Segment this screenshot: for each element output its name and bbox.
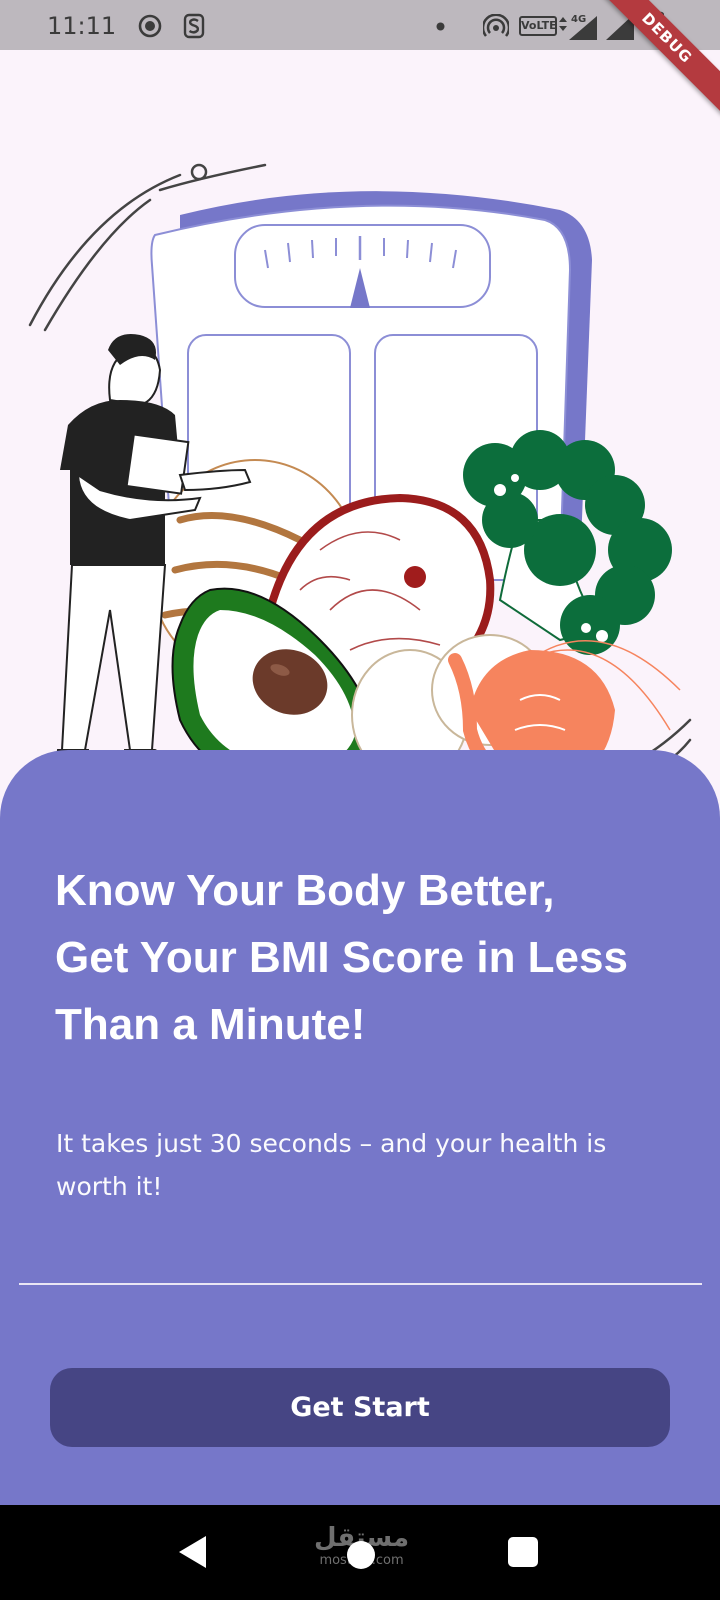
broccoli-illustration [463, 430, 672, 655]
back-icon[interactable] [178, 1535, 208, 1569]
status-bar: 11:11 VoLTE 4G DEBUG [0, 0, 720, 116]
divider [19, 1283, 702, 1285]
volte-icon: VoLTE [519, 16, 557, 36]
headline: Know Your Body Better, Get Your BMI Scor… [55, 866, 628, 1049]
subtext: It takes just 30 seconds – and your heal… [56, 1129, 607, 1201]
recents-icon[interactable] [508, 1537, 538, 1567]
home-icon[interactable] [347, 1541, 375, 1569]
s-badge-icon [183, 13, 205, 39]
network-type-label: 4G [571, 14, 586, 25]
get-start-button[interactable]: Get Start [50, 1368, 670, 1447]
status-time: 11:11 [47, 12, 117, 40]
dot-icon [436, 22, 445, 31]
screen-record-icon [138, 14, 162, 38]
hero-illustration [28, 163, 692, 797]
navigation-bar: مستقل mostaql.com [0, 1505, 720, 1600]
hotspot-icon [483, 14, 509, 37]
signal-4g-icon: 4G [559, 14, 597, 40]
